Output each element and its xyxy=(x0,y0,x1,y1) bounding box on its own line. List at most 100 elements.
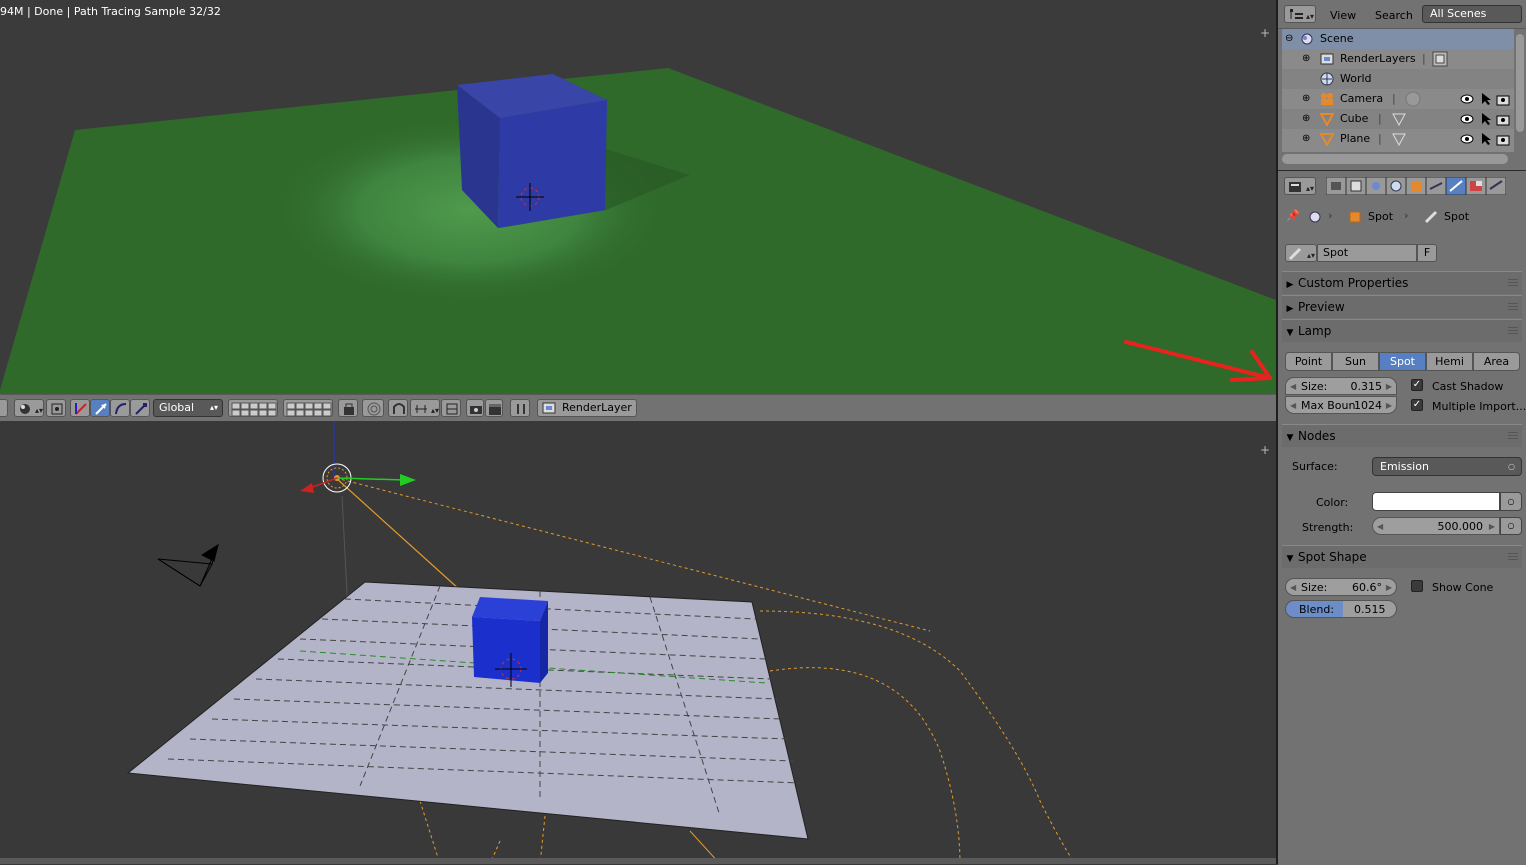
lock-camera-button[interactable] xyxy=(338,399,358,417)
outliner-row-camera[interactable]: ⊕ Camera | xyxy=(1282,89,1514,109)
panel-title: Lamp xyxy=(1298,324,1332,338)
area-split-icon[interactable]: + xyxy=(1260,443,1270,457)
max-bounces-field[interactable]: ◀ Max Boun: 1024 ▶ xyxy=(1285,396,1397,414)
lamp-type-sun[interactable]: Sun xyxy=(1332,352,1379,371)
render-viewport[interactable]: 94M | Done | Path Tracing Sample 32/32 + xyxy=(0,0,1276,394)
scene-icon xyxy=(1301,33,1313,45)
rotate-manipulator-button[interactable] xyxy=(110,399,130,417)
increment-arrow-icon[interactable]: ▶ xyxy=(1386,397,1392,414)
cast-shadow-checkbox[interactable]: ✓ xyxy=(1411,379,1423,391)
layers-button[interactable] xyxy=(228,399,278,417)
lamp-type-hemi[interactable]: Hemi xyxy=(1426,352,1473,371)
layers-button-2[interactable] xyxy=(283,399,333,417)
menu-view[interactable]: View xyxy=(1330,9,1356,22)
lamp-type-point[interactable]: Point xyxy=(1285,352,1332,371)
outliner-horizontal-scrollbar[interactable] xyxy=(1282,154,1508,164)
lamp-datablock-browse[interactable]: ▴▾ xyxy=(1285,244,1317,262)
outliner-tree[interactable]: ⊖ Scene ⊕ RenderLayers | World ⊕ Camera … xyxy=(1282,29,1514,152)
svg-text:▴▾: ▴▾ xyxy=(431,406,439,415)
viewport-shading-button[interactable]: ▴▾ xyxy=(14,399,44,417)
proportional-edit-button[interactable] xyxy=(362,399,384,417)
multiple-importance-label: Multiple Import... xyxy=(1432,400,1526,413)
lamp-datablock-name[interactable]: Spot xyxy=(1317,244,1417,262)
panel-nodes[interactable]: ▼ Nodes xyxy=(1282,424,1522,447)
decrement-arrow-icon[interactable]: ◀ xyxy=(1290,378,1296,395)
drag-grip-icon[interactable] xyxy=(1508,326,1518,334)
show-cone-checkbox[interactable] xyxy=(1411,580,1423,592)
spot-size-field[interactable]: ◀ Size: 60.6° ▶ xyxy=(1285,578,1397,596)
field-label: Size: xyxy=(1301,380,1328,393)
emission-color-swatch[interactable] xyxy=(1372,492,1500,511)
outliner-row-scene[interactable]: ⊖ Scene xyxy=(1282,29,1514,49)
strength-field[interactable]: ◀ 500.000 ▶ xyxy=(1372,517,1500,535)
opengl-animation-button[interactable] xyxy=(485,399,503,417)
scale-manipulator-button[interactable] xyxy=(130,399,150,417)
3d-viewport[interactable]: + xyxy=(0,421,1276,864)
drag-grip-icon[interactable] xyxy=(1508,552,1518,560)
lamp-size-field[interactable]: ◀ Size: 0.315 ▶ xyxy=(1285,377,1397,395)
editor-type-button[interactable] xyxy=(0,399,8,417)
collapse-icon[interactable]: ⊖ xyxy=(1285,29,1293,49)
link-socket-icon[interactable]: ○ xyxy=(1508,458,1515,475)
breadcrumb-data: Spot xyxy=(1444,210,1470,223)
panel-lamp[interactable]: ▼ Lamp xyxy=(1282,319,1522,342)
arrow-icon xyxy=(95,403,107,415)
renderlayer-icon xyxy=(542,402,556,414)
show-cone-label: Show Cone xyxy=(1432,581,1494,594)
lamp-type-spot[interactable]: Spot xyxy=(1379,352,1426,371)
render-camera-icon xyxy=(1496,135,1510,146)
render-layer-select[interactable]: RenderLayer xyxy=(537,399,637,417)
expand-icon[interactable]: ⊕ xyxy=(1302,129,1310,149)
outliner: ▴▾ View Search All Scenes ⊖ Scene ⊕ Rend… xyxy=(1278,0,1526,170)
snap-target-button[interactable] xyxy=(441,399,461,417)
manipulator-toggle-button[interactable] xyxy=(70,399,90,417)
drag-grip-icon[interactable] xyxy=(1508,278,1518,286)
lamp-type-label: Hemi xyxy=(1435,355,1464,368)
translate-manipulator-button[interactable] xyxy=(90,399,110,417)
increment-arrow-icon[interactable]: ▶ xyxy=(1386,579,1392,596)
outliner-row-renderlayers[interactable]: ⊕ RenderLayers | xyxy=(1282,49,1514,69)
expand-icon[interactable]: ⊕ xyxy=(1302,89,1310,109)
color-link-button[interactable]: ○ xyxy=(1500,492,1522,511)
opengl-render-button[interactable] xyxy=(466,399,484,417)
transform-orientation-select[interactable]: Global ▴▾ xyxy=(153,399,223,417)
drag-grip-icon[interactable] xyxy=(1508,302,1518,310)
strength-link-button[interactable]: ○ xyxy=(1500,517,1522,535)
menu-search[interactable]: Search xyxy=(1375,9,1413,22)
expand-icon[interactable]: ⊕ xyxy=(1302,109,1310,129)
decrement-arrow-icon[interactable]: ◀ xyxy=(1290,579,1296,596)
cursor-select-icon xyxy=(1482,113,1491,125)
panel-custom-properties[interactable]: ▶ Custom Properties xyxy=(1282,271,1522,294)
panel-preview[interactable]: ▶ Preview xyxy=(1282,295,1522,318)
spot-blend-slider[interactable]: Blend: 0.515 xyxy=(1285,600,1397,618)
shading-icon: ▴▾ xyxy=(20,404,43,415)
properties-editor-type-button[interactable]: ▴▾ xyxy=(1284,177,1316,195)
decrement-arrow-icon[interactable]: ◀ xyxy=(1290,397,1296,414)
increment-arrow-icon[interactable]: ▶ xyxy=(1386,378,1392,395)
outliner-label: Plane xyxy=(1340,132,1371,145)
outliner-row-world[interactable]: World xyxy=(1282,69,1514,89)
display-mode-select[interactable]: All Scenes xyxy=(1422,5,1522,23)
drag-grip-icon[interactable] xyxy=(1508,431,1518,439)
snap-button[interactable] xyxy=(388,399,408,417)
mesh-icon xyxy=(1320,113,1334,126)
lamp-data-icon: ▴▾ xyxy=(1288,247,1315,261)
increment-arrow-icon[interactable]: ▶ xyxy=(1489,518,1495,535)
snap-element-select[interactable]: ▴▾ xyxy=(410,399,440,417)
area-split-icon[interactable]: + xyxy=(1260,26,1270,40)
outliner-editor-type-button[interactable]: ▴▾ xyxy=(1284,5,1316,23)
multiple-importance-checkbox[interactable]: ✓ xyxy=(1411,399,1423,411)
pin-icon[interactable]: 📌 xyxy=(1286,209,1300,222)
fake-user-button[interactable]: F xyxy=(1417,244,1437,262)
outliner-row-plane[interactable]: ⊕ Plane | xyxy=(1282,129,1514,149)
outliner-row-cube[interactable]: ⊕ Cube | xyxy=(1282,109,1514,129)
outliner-vertical-scrollbar[interactable] xyxy=(1516,34,1524,132)
lamp-type-area[interactable]: Area xyxy=(1473,352,1520,371)
decrement-arrow-icon[interactable]: ◀ xyxy=(1377,518,1383,535)
expand-icon[interactable]: ⊕ xyxy=(1302,49,1310,69)
pivot-point-button[interactable] xyxy=(46,399,66,417)
panel-title: Preview xyxy=(1298,300,1345,314)
panel-spot-shape[interactable]: ▼ Spot Shape xyxy=(1282,545,1522,568)
surface-shader-select[interactable]: Emission ○ xyxy=(1372,457,1522,476)
pause-render-button[interactable] xyxy=(510,399,530,417)
